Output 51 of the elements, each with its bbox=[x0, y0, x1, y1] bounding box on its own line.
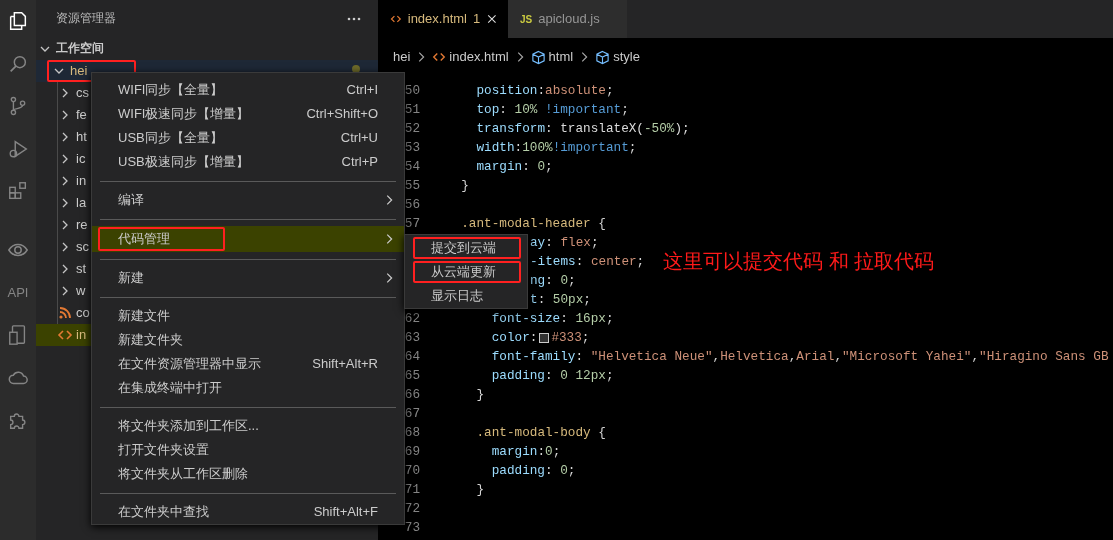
code-text: .ant-modal-body { bbox=[476, 424, 606, 442]
code-text: #333; bbox=[551, 329, 590, 347]
code-text: ng: 0; bbox=[530, 272, 576, 290]
line-number: 52 bbox=[403, 120, 420, 138]
line-number: 71 bbox=[403, 481, 420, 499]
line-number: 63 bbox=[403, 329, 420, 347]
line-number: 53 bbox=[403, 139, 420, 157]
code-text: t: 50px; bbox=[530, 291, 591, 309]
line-number: 62 bbox=[403, 310, 420, 328]
shortcut-text: Ctrl+P bbox=[341, 153, 378, 172]
line-number: 66 bbox=[403, 386, 420, 404]
code-text: -items: center; bbox=[530, 253, 645, 271]
code-text: top: 10% !important; bbox=[476, 101, 629, 119]
shortcut-text: Ctrl+Shift+O bbox=[306, 105, 378, 124]
code-text: transform: translateX(-50%); bbox=[476, 120, 690, 138]
line-number: 67 bbox=[403, 405, 420, 423]
code-text: } bbox=[476, 386, 485, 404]
line-number: 56 bbox=[403, 196, 420, 214]
sidebar-title: 资源管理器 bbox=[56, 11, 116, 27]
shortcut-text: Ctrl+U bbox=[340, 129, 378, 148]
code-text: margin: 0; bbox=[476, 158, 553, 176]
line-number: 54 bbox=[403, 158, 420, 176]
shortcut-text: Ctrl+I bbox=[346, 81, 378, 100]
code-text: color: bbox=[491, 329, 538, 347]
js-file-icon: JS bbox=[520, 11, 533, 27]
code-text: } bbox=[476, 481, 485, 499]
line-number: 73 bbox=[403, 519, 420, 537]
code-text: margin:0; bbox=[491, 443, 561, 461]
line-number: 55 bbox=[403, 177, 420, 195]
code-text: } bbox=[461, 177, 469, 195]
line-number: 69 bbox=[403, 443, 420, 461]
code-text: .ant-modal-header { bbox=[461, 215, 606, 233]
line-number: 65 bbox=[403, 367, 420, 385]
line-number: 51 bbox=[403, 101, 420, 119]
line-number: 64 bbox=[403, 348, 420, 366]
code-text: width:100%!important; bbox=[476, 139, 637, 157]
line-number: 50 bbox=[403, 82, 420, 100]
shortcut-text: Shift+Alt+R bbox=[312, 355, 378, 374]
code-text: font-size: 16px; bbox=[491, 310, 614, 328]
code-text: position:absolute; bbox=[476, 82, 614, 100]
code-text: font-family: "Helvetica Neue",Helvetica,Arial,"Microsoft Yahei","Hiragino Sans GB bbox=[491, 348, 1109, 366]
line-number: 72 bbox=[403, 500, 420, 518]
problem-count: 1 bbox=[473, 10, 481, 29]
line-number: 57 bbox=[403, 215, 420, 233]
annotation-text: 这里可以提交代码 和 拉取代码 bbox=[663, 249, 935, 274]
code-text: padding: 0 12px; bbox=[491, 367, 614, 385]
shortcut-text: Shift+Alt+F bbox=[313, 503, 378, 522]
line-number: 70 bbox=[403, 462, 420, 480]
code-text: ay: flex; bbox=[530, 234, 599, 252]
code-text: padding: 0; bbox=[491, 462, 576, 480]
line-number: 68 bbox=[403, 424, 420, 442]
